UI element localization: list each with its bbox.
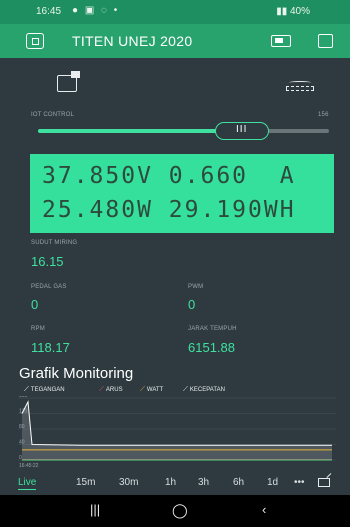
device-battery-icon[interactable] <box>271 35 291 47</box>
monitoring-chart[interactable]: 0408012016016:45:22 <box>18 396 336 468</box>
line-icon: ⟋ <box>24 386 29 393</box>
rpm-label: RPM <box>31 326 45 332</box>
legend-label: TEGANGAN <box>30 387 65 393</box>
slider-label: IOT CONTROL <box>31 112 75 118</box>
legend-tegangan[interactable]: ⟋ TEGANGAN <box>24 386 65 394</box>
tab-30m[interactable]: 30m <box>119 477 138 488</box>
share-icon[interactable] <box>318 478 330 487</box>
y-tick-label: 160 <box>19 396 28 399</box>
more-menu-button[interactable]: ••• <box>294 477 305 488</box>
status-time: 16:45 <box>36 6 62 17</box>
legend-kecepatan[interactable]: ⟋ KECEPATAN <box>183 386 225 394</box>
legend-label: WATT <box>146 387 164 393</box>
y-tick-label: 0 <box>19 455 22 461</box>
time-range-tabs: Live 15m 30m 1h 3h 6h 1d ••• <box>0 474 350 494</box>
legend-arus[interactable]: ⟋ ARUS <box>99 386 123 394</box>
line-icon: ⟋ <box>140 386 145 393</box>
signal-icons: ▮▮ <box>276 6 290 17</box>
series-line-tegangan <box>21 400 332 446</box>
lcd-line-2: 25.480W 29.190WH <box>42 197 296 223</box>
pwm-label: PWM <box>188 284 204 290</box>
tab-3h[interactable]: 3h <box>198 477 209 488</box>
status-bar: 16:45 ● ▣ ◌ • ▮▮ 40% <box>0 0 350 24</box>
pedal-value: 0 <box>31 297 39 312</box>
line-icon: ⟋ <box>99 386 104 393</box>
series-area <box>22 401 332 460</box>
jarak-value: 6151.88 <box>188 340 235 355</box>
line-icon: ⟋ <box>183 386 188 393</box>
android-nav-bar: ||| ◯ ‹ <box>0 495 350 527</box>
device-widget-icon[interactable] <box>57 71 80 92</box>
connection-widget-icon[interactable] <box>285 81 315 93</box>
tab-6h[interactable]: 6h <box>233 477 244 488</box>
legend-label: ARUS <box>105 387 123 393</box>
home-icon[interactable]: ◯ <box>172 502 188 519</box>
pwm-value: 0 <box>188 297 196 312</box>
pedal-label: PEDAL GAS <box>31 284 67 290</box>
app-title: TITEN UNEJ 2020 <box>72 33 193 49</box>
chart-title: Grafik Monitoring <box>19 365 134 382</box>
notification-icons: ● ▣ ◌ • <box>72 5 120 16</box>
sudut-value: 16.15 <box>31 254 64 269</box>
lcd-line-1: 37.850V 0.660 A <box>42 163 296 189</box>
tab-1h[interactable]: 1h <box>165 477 176 488</box>
slider-max-label: 156 <box>318 112 329 118</box>
tab-15m[interactable]: 15m <box>76 477 95 488</box>
jarak-label: JARAK TEMPUH <box>188 326 237 332</box>
tab-live[interactable]: Live <box>18 477 37 490</box>
lcd-display: 37.850V 0.660 A 25.480W 29.190WH <box>30 154 334 233</box>
x-start-label: 16:45:22 <box>19 463 39 468</box>
battery-percent: 40% <box>289 6 310 17</box>
legend-watt[interactable]: ⟋ WATT <box>140 386 163 394</box>
slider-thumb[interactable]: III <box>214 122 269 140</box>
project-icon[interactable] <box>26 33 44 49</box>
status-battery: ▮▮ 40% <box>276 6 310 17</box>
back-icon[interactable]: ‹ <box>262 502 266 517</box>
app-bar: TITEN UNEJ 2020 <box>0 24 350 58</box>
sudut-label: SUDUT MIRING <box>31 240 78 246</box>
stop-icon[interactable] <box>318 34 333 48</box>
recent-apps-icon[interactable]: ||| <box>90 502 100 517</box>
rpm-value: 118.17 <box>31 340 70 355</box>
legend-label: KECEPATAN <box>189 387 225 393</box>
tab-1d[interactable]: 1d <box>267 477 278 488</box>
slider-fill <box>38 129 242 133</box>
